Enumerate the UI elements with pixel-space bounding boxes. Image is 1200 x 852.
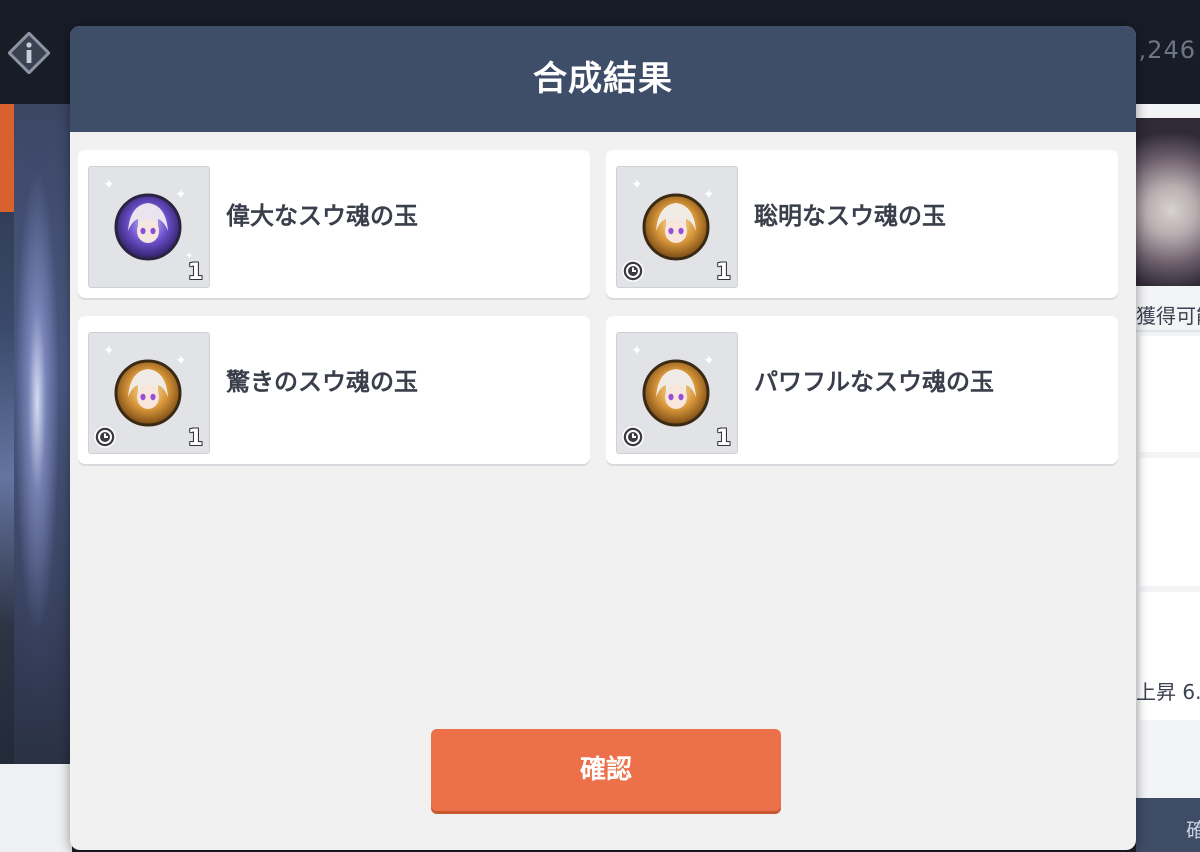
result-item-card[interactable]: ✦ ✦ bbox=[606, 316, 1118, 464]
sparkle-icon: ✦ bbox=[631, 343, 643, 359]
sparkle-icon: ✦ bbox=[103, 343, 115, 359]
right-panel-label: 獲得可能 bbox=[1136, 304, 1200, 328]
item-slot: ✦ ✦ ✦ 1 bbox=[88, 166, 210, 288]
right-footer-label: 確 bbox=[1186, 818, 1200, 842]
soul-orb-gold-icon bbox=[114, 359, 182, 427]
dialog-title: 合成結果 bbox=[533, 59, 673, 99]
item-name: 偉大なスウ魂の玉 bbox=[226, 202, 418, 230]
item-name: 驚きのスウ魂の玉 bbox=[226, 368, 418, 396]
item-quantity: 1 bbox=[187, 260, 203, 285]
result-item-card[interactable]: ✦ ✦ ✦ 1 偉大なスウ魂の玉 bbox=[78, 150, 590, 298]
item-name: パワフルなスウ魂の玉 bbox=[754, 368, 994, 396]
timer-clock-icon bbox=[94, 426, 116, 448]
item-slot: ✦ ✦ 1 bbox=[88, 332, 210, 454]
item-name: 聡明なスウ魂の玉 bbox=[754, 202, 946, 230]
right-panel-stat: 上昇 6.5 bbox=[1136, 680, 1200, 704]
synthesis-result-dialog: 合成結果 ✦ ✦ ✦ 1 偉大なスウ魂の玉 ✦ ✦ 1 聡明なスウ魂の玉 ✦ ✦… bbox=[70, 26, 1136, 850]
result-item-card[interactable]: ✦ ✦ bbox=[606, 150, 1118, 298]
result-grid: ✦ ✦ ✦ 1 偉大なスウ魂の玉 ✦ ✦ 1 聡明なスウ魂の玉 ✦ ✦ 1 驚き… bbox=[78, 150, 1128, 470]
item-quantity: 1 bbox=[715, 260, 731, 285]
item-quantity: 1 bbox=[187, 426, 203, 451]
sparkle-icon: ✦ bbox=[631, 177, 643, 193]
result-item-card[interactable]: ✦ ✦ bbox=[78, 316, 590, 464]
timer-clock-icon bbox=[622, 426, 644, 448]
left-accent-strip bbox=[0, 104, 14, 212]
sparkle-icon: ✦ bbox=[103, 177, 115, 193]
left-character-art bbox=[14, 104, 72, 764]
right-panel-footer[interactable]: 確 bbox=[1136, 798, 1200, 852]
confirm-button[interactable]: 確認 bbox=[431, 729, 781, 811]
right-panel-card bbox=[1140, 336, 1200, 452]
item-quantity: 1 bbox=[715, 426, 731, 451]
right-character-art bbox=[1136, 118, 1200, 286]
left-bottom-area bbox=[0, 764, 72, 852]
right-panel-card bbox=[1140, 458, 1200, 586]
soul-orb-purple-icon bbox=[114, 193, 182, 261]
dialog-header: 合成結果 bbox=[70, 26, 1136, 132]
timer-clock-icon bbox=[622, 260, 644, 282]
item-slot: ✦ ✦ 1 bbox=[616, 332, 738, 454]
item-slot: ✦ ✦ 1 bbox=[616, 166, 738, 288]
soul-orb-gold-icon bbox=[642, 193, 710, 261]
info-icon[interactable] bbox=[8, 32, 50, 74]
right-panel-divider bbox=[1136, 330, 1200, 332]
soul-orb-gold-icon bbox=[642, 359, 710, 427]
